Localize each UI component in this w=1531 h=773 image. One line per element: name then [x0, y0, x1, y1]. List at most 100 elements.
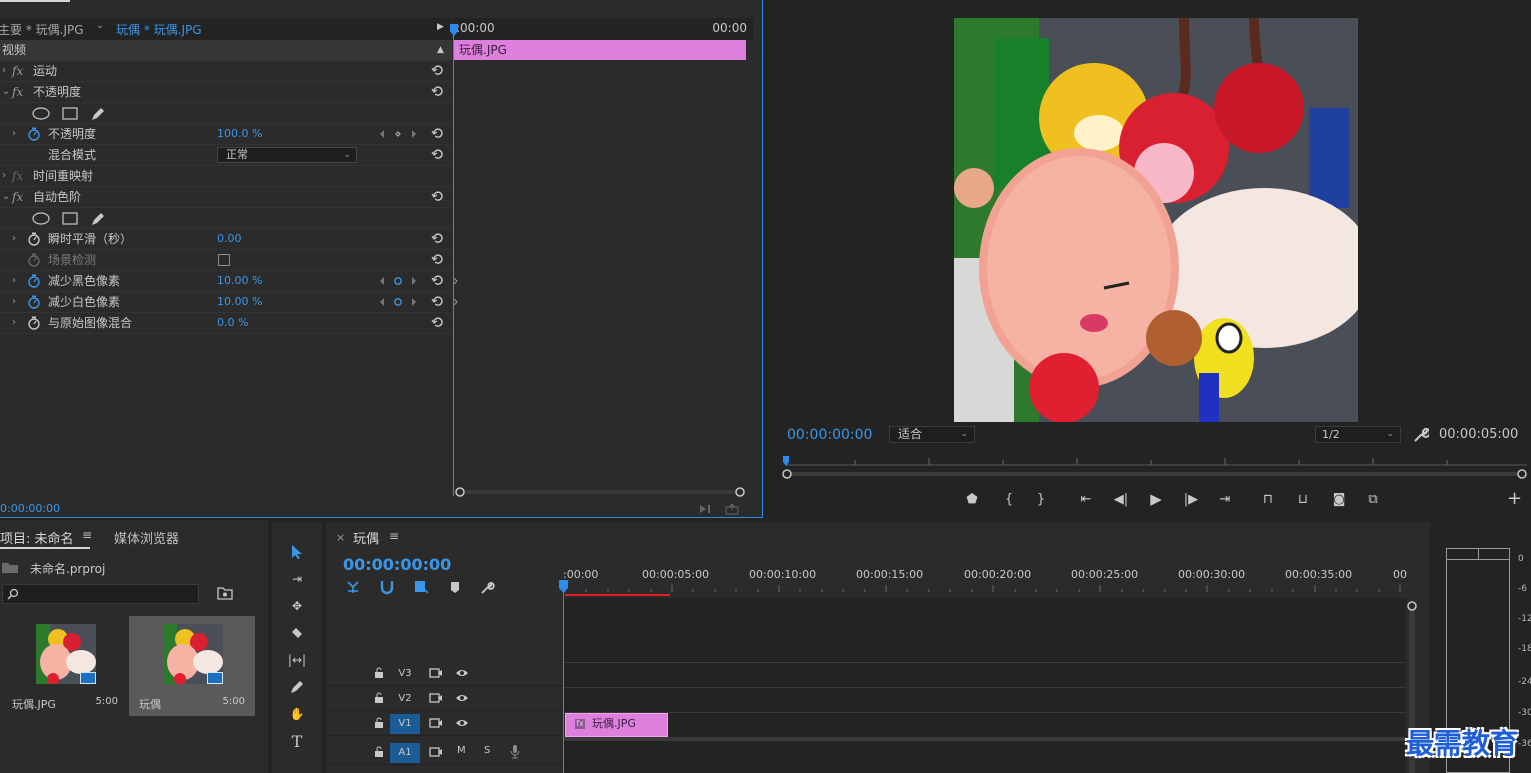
- track-a1[interactable]: A1 M S: [326, 741, 562, 765]
- project-tab[interactable]: 项目: 未命名: [0, 528, 74, 547]
- effect-opacity[interactable]: ⌄ fx 不透明度: [0, 82, 452, 103]
- razor-tool-icon[interactable]: [286, 622, 308, 644]
- chevron-right-icon[interactable]: ›: [12, 292, 16, 312]
- reset-icon[interactable]: [431, 64, 444, 77]
- track-v1[interactable]: V1: [326, 712, 562, 736]
- chevron-right-icon[interactable]: ›: [12, 313, 16, 333]
- fx-badge-icon[interactable]: fx: [575, 719, 585, 729]
- fx-icon[interactable]: fx: [12, 187, 23, 207]
- chevron-right-icon[interactable]: ›: [2, 61, 6, 81]
- master-clip-label[interactable]: 主要 * 玩偶.JPG: [0, 21, 84, 38]
- stopwatch-icon[interactable]: [27, 295, 41, 309]
- stopwatch-icon[interactable]: [27, 274, 41, 288]
- step-back-icon[interactable]: ◀|: [1111, 489, 1131, 509]
- solo-button[interactable]: S: [484, 745, 490, 756]
- step-forward-icon[interactable]: |▶: [1181, 489, 1201, 509]
- pen-mask-icon[interactable]: [90, 107, 106, 121]
- play-only-audio-icon[interactable]: ▶: [437, 22, 444, 32]
- stopwatch-icon[interactable]: [27, 127, 41, 141]
- timeline-controls[interactable]: [344, 578, 504, 596]
- effect-mini-timeline[interactable]: :00:00 00:00 玩偶.JPG: [450, 18, 753, 498]
- opacity-param-row[interactable]: › 不透明度 100.0 %: [0, 124, 452, 145]
- chevron-down-icon[interactable]: ⌄: [96, 20, 104, 31]
- program-frame-image[interactable]: [954, 18, 1358, 422]
- project-item-image[interactable]: 玩偶.JPG 5:00: [2, 616, 128, 716]
- blend-original-value[interactable]: 0.0 %: [217, 313, 248, 333]
- reset-icon[interactable]: [431, 127, 444, 140]
- mini-timeline-zoom-scroll[interactable]: [455, 487, 745, 497]
- lift-icon[interactable]: ⊓: [1258, 489, 1278, 509]
- stopwatch-icon[interactable]: [27, 316, 41, 330]
- button-editor-plus-icon[interactable]: +: [1507, 488, 1522, 509]
- collapse-icon[interactable]: ▲: [437, 40, 444, 60]
- track-name[interactable]: V2: [390, 689, 420, 709]
- blend-mode-dropdown[interactable]: 正常 ⌄: [217, 147, 357, 163]
- video-audio-divider[interactable]: [563, 737, 1406, 741]
- chevron-down-icon[interactable]: ⌄: [2, 187, 10, 207]
- pen-mask-icon[interactable]: [90, 212, 106, 226]
- black-clip-row[interactable]: › 减少黑色像素 10.00 %: [0, 271, 452, 292]
- keyframe-nav[interactable]: [376, 275, 420, 287]
- timeline-clip[interactable]: fx 玩偶.JPG: [565, 713, 668, 737]
- ellipse-mask-icon[interactable]: [32, 212, 50, 225]
- hand-tool-icon[interactable]: ✋: [286, 703, 308, 725]
- keyframe-nav[interactable]: [376, 128, 420, 140]
- track-name[interactable]: V1: [390, 714, 420, 734]
- reset-icon[interactable]: [431, 316, 444, 329]
- project-search-input[interactable]: [2, 584, 199, 604]
- play-icon[interactable]: ▶: [1146, 489, 1166, 509]
- panel-menu-icon[interactable]: ≡: [82, 528, 92, 542]
- camera-icon[interactable]: ◙: [1329, 489, 1349, 509]
- close-icon[interactable]: ×: [336, 531, 345, 544]
- reset-icon[interactable]: [431, 190, 444, 203]
- reset-icon[interactable]: [431, 148, 444, 161]
- filter-export-icons[interactable]: [698, 503, 742, 515]
- opacity-value[interactable]: 100.0 %: [217, 124, 262, 144]
- wrench-icon[interactable]: [1413, 427, 1429, 443]
- keyframe-markers[interactable]: [453, 278, 459, 308]
- sync-lock-icon[interactable]: [429, 746, 443, 758]
- blend-mode-row[interactable]: 混合模式 正常 ⌄: [0, 145, 452, 166]
- eye-icon[interactable]: [455, 667, 469, 679]
- reset-icon[interactable]: [431, 295, 444, 308]
- chevron-right-icon[interactable]: ›: [2, 166, 6, 186]
- mini-timeline-clip[interactable]: 玩偶.JPG: [454, 40, 746, 60]
- lock-icon[interactable]: [374, 667, 384, 679]
- stopwatch-icon[interactable]: [27, 232, 41, 246]
- chevron-down-icon[interactable]: ⌄: [2, 82, 10, 102]
- sync-lock-icon[interactable]: [429, 667, 443, 679]
- track-name[interactable]: V3: [390, 664, 420, 684]
- lock-icon[interactable]: [374, 692, 384, 704]
- timeline-ruler[interactable]: :00:00 00:00:05:00 00:00:10:00 00:00:15:…: [563, 562, 1413, 598]
- resolution-dropdown[interactable]: 1/2 ⌄: [1315, 426, 1401, 443]
- temporal-smoothing-row[interactable]: › 瞬时平滑（秒） 0.00: [0, 229, 452, 250]
- temporal-smoothing-value[interactable]: 0.00: [217, 229, 242, 249]
- chevron-right-icon[interactable]: ›: [12, 124, 16, 144]
- keyframe-nav[interactable]: [376, 296, 420, 308]
- rectangle-mask-icon[interactable]: [62, 107, 78, 120]
- type-tool-icon[interactable]: T: [286, 730, 308, 752]
- fx-icon[interactable]: fx: [12, 82, 23, 102]
- panel-menu-icon[interactable]: ≡: [389, 529, 399, 543]
- track-v2[interactable]: V2: [326, 687, 562, 711]
- reset-icon[interactable]: [431, 274, 444, 287]
- program-timecode[interactable]: 00:00:00:00: [787, 427, 872, 443]
- go-to-out-icon[interactable]: ⇥: [1215, 489, 1235, 509]
- program-time-ruler[interactable]: [782, 455, 1527, 481]
- white-clip-value[interactable]: 10.00 %: [217, 292, 262, 312]
- reset-icon[interactable]: [431, 232, 444, 245]
- eye-icon[interactable]: [455, 692, 469, 704]
- selection-tool-icon[interactable]: [286, 541, 308, 563]
- effect-auto-levels[interactable]: ⌄ fx 自动色阶: [0, 187, 452, 208]
- pen-tool-icon[interactable]: [286, 676, 308, 698]
- go-to-in-icon[interactable]: ⇤: [1076, 489, 1096, 509]
- track-content-area[interactable]: [563, 598, 1406, 773]
- mark-in-icon[interactable]: {: [999, 489, 1019, 509]
- lock-icon[interactable]: [374, 717, 384, 729]
- project-item-sequence[interactable]: 玩偶 5:00: [129, 616, 255, 716]
- sequence-clip-label[interactable]: 玩偶 * 玩偶.JPG: [116, 21, 202, 38]
- mute-button[interactable]: M: [457, 745, 466, 756]
- mark-out-icon[interactable]: }: [1031, 489, 1051, 509]
- sequence-tab[interactable]: 玩偶: [353, 528, 379, 547]
- sync-lock-icon[interactable]: [429, 692, 443, 704]
